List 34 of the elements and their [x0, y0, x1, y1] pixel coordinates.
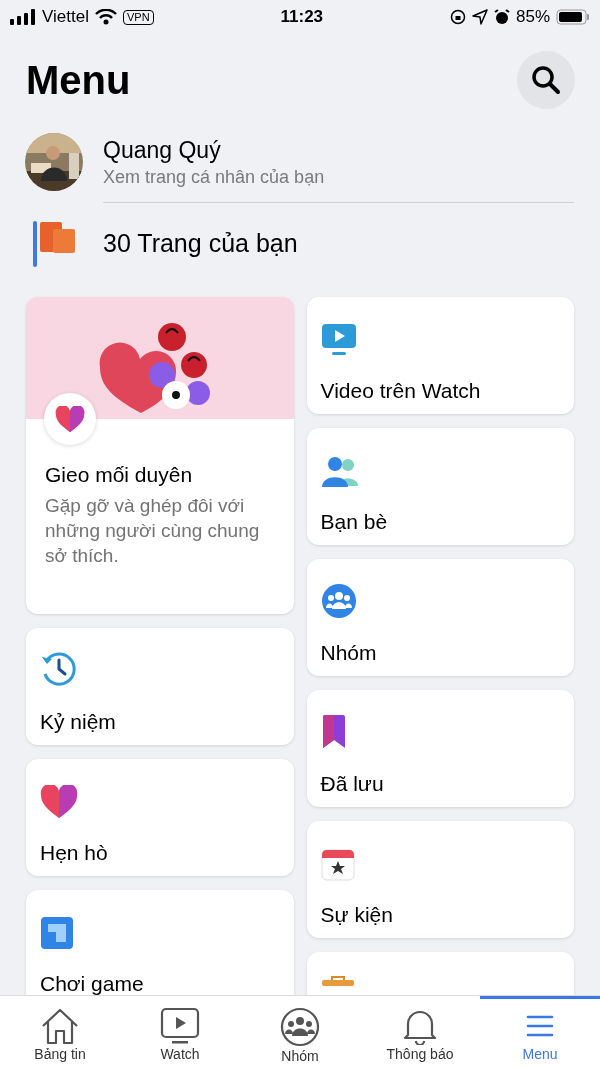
shortcut-card[interactable]: Nhóm	[306, 559, 574, 676]
card-title: Chơi game	[40, 971, 145, 995]
clock-time: 11:23	[280, 6, 324, 29]
shortcut-card[interactable]: Sự kiện	[306, 821, 574, 938]
tab-bar-item[interactable]: Menu	[480, 996, 600, 1067]
profile-row[interactable]: Quang Quý Xem trang cá nhân của bạn	[0, 132, 600, 192]
carrier-label: Viettel	[42, 6, 89, 29]
pages-label: 30 Trang của bạn	[103, 228, 298, 260]
profile-name: Quang Quý	[103, 136, 222, 165]
card-description: Gặp gỡ và ghép đôi với những người cùng chung sở thích.	[45, 494, 261, 568]
tab-bar-item[interactable]: Nhóm	[240, 996, 360, 1067]
tab-bar-item[interactable]: Bảng tin	[0, 996, 120, 1067]
shortcut-card[interactable]: Video trên Watch	[306, 297, 574, 414]
card-title: Nhóm	[320, 640, 378, 666]
shortcut-card[interactable]: Bạn bè	[306, 428, 574, 545]
tab-bar-item[interactable]: Thông báo	[360, 996, 480, 1067]
card-title: Bạn bè	[320, 509, 389, 535]
vpn-badge: VPN	[122, 9, 154, 25]
shortcut-card[interactable]: Chơi game	[26, 890, 294, 995]
page-title: Menu	[26, 60, 131, 100]
shortcut-card[interactable]: Kỷ niệm	[26, 628, 294, 745]
shortcut-card[interactable]: Hẹn hò	[26, 759, 294, 876]
card-title: Đã lưu	[320, 771, 385, 797]
tab-bar-item[interactable]: Watch	[120, 996, 240, 1067]
pages-row[interactable]: 30 Trang của bạn	[0, 203, 600, 285]
profile-subtitle: Xem trang cá nhân của bạn	[103, 166, 325, 189]
battery-percent: 85%	[515, 6, 550, 29]
card-title: Gieo mối duyên	[45, 462, 194, 488]
shortcut-card[interactable]: Đã lưu	[306, 690, 574, 807]
card-title: Sự kiện	[320, 902, 394, 928]
card-title: Video trên Watch	[320, 378, 482, 404]
card-title: Hẹn hò	[40, 840, 109, 866]
card-title: Kỷ niệm	[40, 709, 117, 735]
feature-card[interactable]: Gieo mối duyên Gặp gỡ và ghép đôi với những người cùng chung sở thích.	[26, 297, 294, 614]
